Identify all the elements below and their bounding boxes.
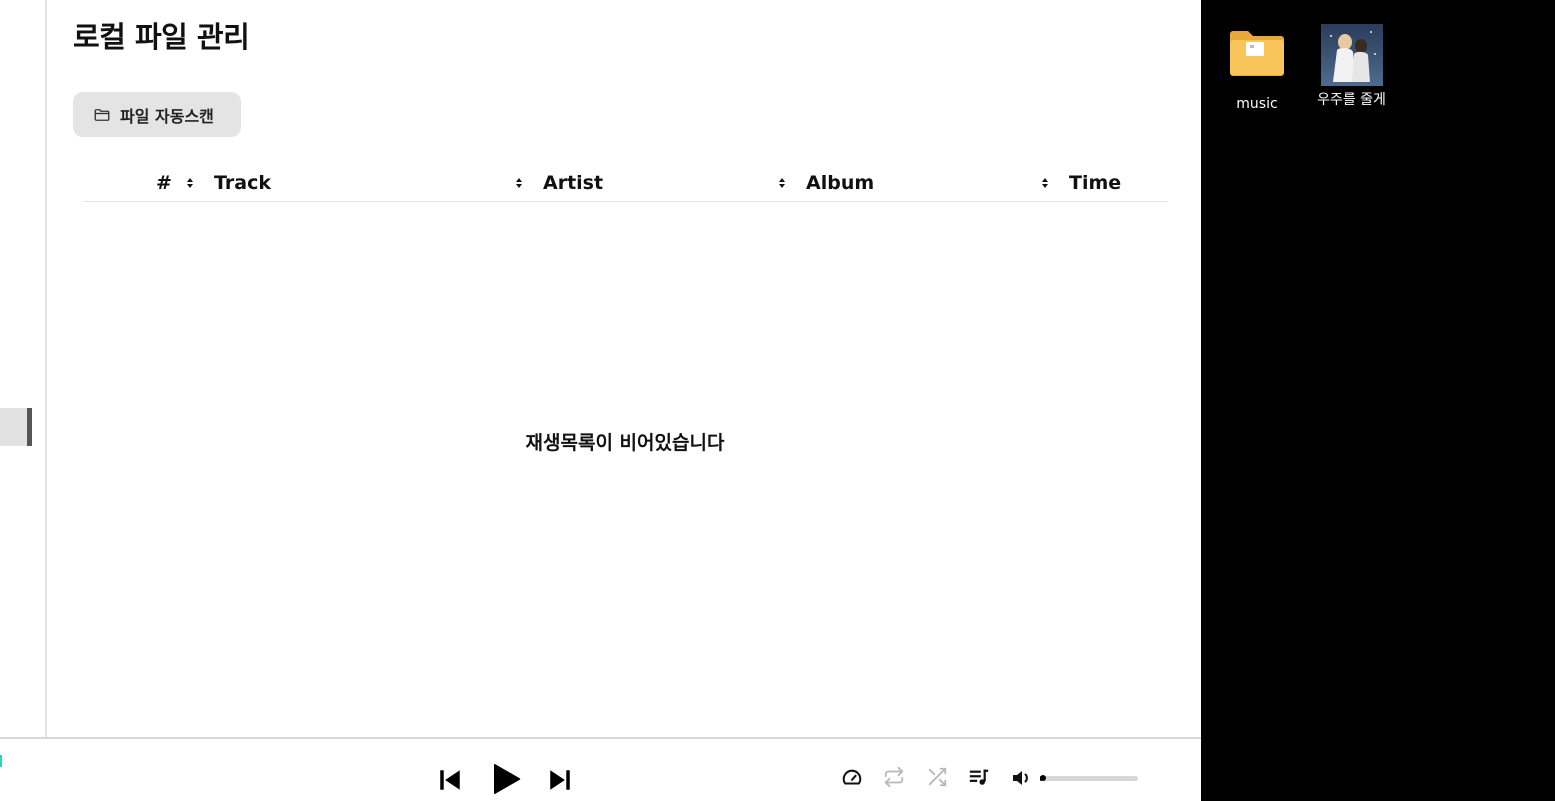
main-content: 로컬 파일 관리 파일 자동스캔 # Track Artist Album Ti… [49,0,1201,738]
sidebar [0,0,47,738]
volume-icon[interactable] [1010,766,1034,790]
sidebar-resize-handle[interactable] [0,408,32,446]
track-table-header: # Track Artist Album Time [83,166,1168,202]
queue-music-icon[interactable] [968,766,990,788]
column-header-index[interactable]: # [156,172,172,194]
play-icon[interactable] [488,761,524,797]
column-header-track[interactable]: Track [214,172,271,194]
desktop: music 우주를 줄게 [1201,0,1555,801]
desktop-icon-label: music [1236,96,1278,112]
sort-icon[interactable] [186,177,194,189]
speed-icon[interactable] [841,767,863,789]
repeat-icon[interactable] [883,766,905,788]
column-header-artist[interactable]: Artist [543,172,603,194]
desktop-icon-music-folder[interactable]: music [1227,24,1287,112]
column-header-album[interactable]: Album [806,172,874,194]
shuffle-icon[interactable] [926,766,948,788]
skip-next-icon[interactable] [547,767,573,793]
album-art-thumbnail [1320,24,1383,86]
auto-scan-label: 파일 자동스캔 [120,106,214,126]
sort-icon[interactable] [778,177,786,189]
skip-previous-icon[interactable] [437,767,463,793]
player-bar [0,737,1201,801]
page-title: 로컬 파일 관리 [73,20,250,54]
sort-icon[interactable] [1041,177,1049,189]
empty-playlist-message: 재생목록이 비어있습니다 [525,432,725,454]
music-player-window: 로컬 파일 관리 파일 자동스캔 # Track Artist Album Ti… [0,0,1201,801]
folder-icon [94,108,110,121]
volume-slider[interactable] [1040,775,1138,781]
auto-scan-button[interactable]: 파일 자동스캔 [73,92,241,137]
volume-slider-knob[interactable] [1040,775,1046,781]
column-header-time[interactable]: Time [1069,172,1121,194]
folder-icon [1230,31,1284,76]
accent-marker [0,755,2,767]
desktop-icon-album-file[interactable]: 우주를 줄게 [1309,24,1394,109]
desktop-icon-label: 우주를 줄게 [1317,92,1386,108]
sort-icon[interactable] [515,177,523,189]
